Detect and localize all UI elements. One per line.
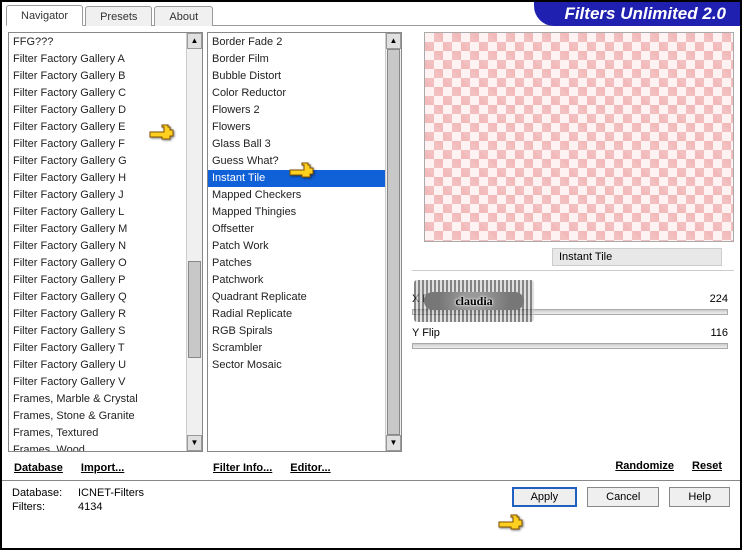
editor-button[interactable]: Editor...	[284, 458, 336, 478]
param-value: 224	[710, 293, 728, 305]
list-item[interactable]: Filter Factory Gallery G	[9, 153, 186, 170]
list-item[interactable]: Filter Factory Gallery O	[9, 255, 186, 272]
list-item[interactable]: Filter Factory Gallery J	[9, 187, 186, 204]
list-item[interactable]: Filter Factory Gallery L	[9, 204, 186, 221]
list-item[interactable]: Guess What?	[208, 153, 385, 170]
preview-column: Instant Tile X Flip224Y Flip116 Randomiz…	[412, 32, 734, 480]
list-item[interactable]: Filter Factory Gallery T	[9, 340, 186, 357]
list-item[interactable]: Flowers	[208, 119, 385, 136]
help-button[interactable]: Help	[669, 487, 730, 507]
import-button[interactable]: Import...	[75, 458, 130, 478]
filter-info-button[interactable]: Filter Info...	[207, 458, 278, 478]
list-item[interactable]: Glass Ball 3	[208, 136, 385, 153]
apply-button[interactable]: Apply	[512, 487, 578, 507]
reset-button[interactable]: Reset	[686, 456, 728, 476]
list-item[interactable]: Border Film	[208, 51, 385, 68]
list-item[interactable]: Filter Factory Gallery Q	[9, 289, 186, 306]
list-item[interactable]: Filter Factory Gallery P	[9, 272, 186, 289]
watermark-text: claudia	[455, 294, 492, 309]
app-title-banner: Filters Unlimited 2.0	[534, 2, 740, 26]
list-item[interactable]: Filter Factory Gallery H	[9, 170, 186, 187]
list-item[interactable]: Filter Factory Gallery V	[9, 374, 186, 391]
db-label: Database:	[12, 487, 72, 499]
list-item[interactable]: Color Reductor	[208, 85, 385, 102]
list-item[interactable]: Filter Factory Gallery D	[9, 102, 186, 119]
tab-navigator[interactable]: Navigator	[6, 5, 83, 26]
list-item[interactable]: Mapped Thingies	[208, 204, 385, 221]
list-item[interactable]: Sector Mosaic	[208, 357, 385, 374]
preview-image	[424, 32, 734, 242]
category-listbox[interactable]: FFG???Filter Factory Gallery AFilter Fac…	[8, 32, 203, 452]
param-name: Y Flip	[412, 327, 440, 339]
list-item[interactable]: Filter Factory Gallery M	[9, 221, 186, 238]
list-item[interactable]: Filter Factory Gallery U	[9, 357, 186, 374]
scroll-down-icon[interactable]: ▼	[187, 435, 202, 451]
filter-listbox[interactable]: Border Fade 2Border FilmBubble DistortCo…	[207, 32, 402, 452]
list-item[interactable]: Patch Work	[208, 238, 385, 255]
window: Filters Unlimited 2.0 Navigator Presets …	[0, 0, 742, 550]
current-filter-label: Instant Tile	[552, 248, 722, 266]
list-item[interactable]: Filter Factory Gallery E	[9, 119, 186, 136]
content-area: FFG???Filter Factory Gallery AFilter Fac…	[2, 26, 740, 480]
list-item[interactable]: Filter Factory Gallery R	[9, 306, 186, 323]
slider[interactable]	[412, 343, 728, 349]
category-scrollbar[interactable]: ▲ ▼	[186, 33, 202, 451]
list-item[interactable]: Instant Tile	[208, 170, 385, 187]
list-item[interactable]: Offsetter	[208, 221, 385, 238]
database-button[interactable]: Database	[8, 458, 69, 478]
list-item[interactable]: Border Fade 2	[208, 34, 385, 51]
scroll-up-icon[interactable]: ▲	[187, 33, 202, 49]
list-item[interactable]: Filter Factory Gallery N	[9, 238, 186, 255]
list-item[interactable]: Patchwork	[208, 272, 385, 289]
scroll-thumb[interactable]	[188, 261, 201, 358]
filter-column: Border Fade 2Border FilmBubble DistortCo…	[207, 32, 402, 480]
category-column: FFG???Filter Factory Gallery AFilter Fac…	[8, 32, 203, 480]
list-item[interactable]: Filter Factory Gallery S	[9, 323, 186, 340]
randomize-button[interactable]: Randomize	[609, 456, 680, 476]
db-value: ICNET-Filters	[78, 487, 144, 499]
footer: Database: ICNET-Filters Filters: 4134 Ap…	[2, 480, 740, 517]
scroll-up-icon[interactable]: ▲	[386, 33, 401, 49]
filter-scrollbar[interactable]: ▲ ▼	[385, 33, 401, 451]
list-item[interactable]: Filter Factory Gallery F	[9, 136, 186, 153]
tab-about[interactable]: About	[154, 6, 213, 26]
param-value: 116	[710, 327, 728, 339]
watermark: claudia	[414, 280, 534, 322]
filters-count-label: Filters:	[12, 501, 72, 513]
list-item[interactable]: Filter Factory Gallery C	[9, 85, 186, 102]
scroll-thumb[interactable]	[387, 49, 400, 435]
list-item[interactable]: FFG???	[9, 34, 186, 51]
scroll-down-icon[interactable]: ▼	[386, 435, 401, 451]
list-item[interactable]: Filter Factory Gallery A	[9, 51, 186, 68]
list-item[interactable]: RGB Spirals	[208, 323, 385, 340]
list-item[interactable]: Scrambler	[208, 340, 385, 357]
list-item[interactable]: Frames, Marble & Crystal	[9, 391, 186, 408]
tab-presets[interactable]: Presets	[85, 6, 152, 26]
list-item[interactable]: Filter Factory Gallery B	[9, 68, 186, 85]
list-item[interactable]: Radial Replicate	[208, 306, 385, 323]
list-item[interactable]: Frames, Stone & Granite	[9, 408, 186, 425]
cancel-button[interactable]: Cancel	[587, 487, 659, 507]
list-item[interactable]: Flowers 2	[208, 102, 385, 119]
list-item[interactable]: Quadrant Replicate	[208, 289, 385, 306]
list-item[interactable]: Frames, Textured	[9, 425, 186, 442]
list-item[interactable]: Mapped Checkers	[208, 187, 385, 204]
list-item[interactable]: Patches	[208, 255, 385, 272]
filters-count-value: 4134	[78, 501, 102, 513]
list-item[interactable]: Frames, Wood	[9, 442, 186, 451]
list-item[interactable]: Bubble Distort	[208, 68, 385, 85]
